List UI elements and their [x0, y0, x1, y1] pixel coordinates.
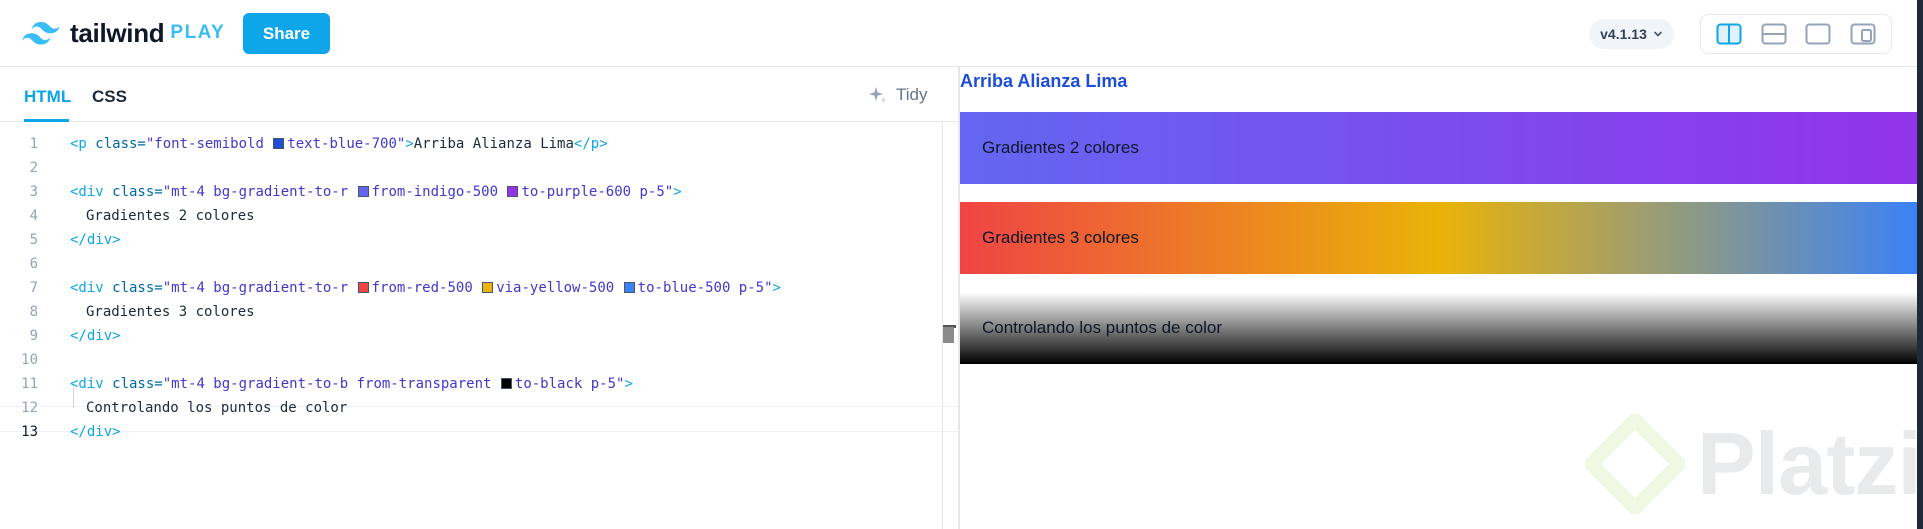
code-line[interactable]: 9 </div>	[0, 324, 958, 348]
responsive-icon	[1850, 23, 1876, 45]
split-vertical-icon	[1716, 23, 1742, 45]
code-line[interactable]: 5 </div>	[0, 228, 958, 252]
code-line[interactable]: 13 </div>	[0, 420, 958, 444]
line-number: 13	[21, 424, 38, 440]
color-swatch	[357, 186, 369, 197]
line-number: 6	[29, 256, 38, 272]
top-header: tailwind PLAY Share v4.1.13	[0, 0, 1923, 67]
scrollbar-thumb[interactable]	[943, 327, 954, 343]
code-text: Controlando los puntos de color	[86, 400, 348, 416]
line-number: 10	[21, 352, 38, 368]
tab-html[interactable]: HTML	[24, 87, 71, 107]
line-number: 12	[21, 400, 38, 416]
tailwind-logo-icon	[22, 21, 60, 45]
line-number: 11	[21, 376, 38, 392]
gradient-box-three-colors: Gradientes 3 colores	[960, 202, 1917, 274]
tailwind-play-logo[interactable]: tailwind PLAY	[22, 16, 225, 50]
tidy-button[interactable]: Tidy	[868, 85, 928, 105]
color-swatch	[357, 282, 369, 293]
layout-toggle-group	[1700, 14, 1892, 54]
layout-responsive-button[interactable]	[1846, 19, 1880, 49]
code-text: </div>	[70, 424, 121, 440]
color-swatch	[500, 378, 512, 389]
code-line[interactable]: 1 <p class="font-semibold text-blue-700"…	[0, 132, 958, 156]
layout-split-vertical-button[interactable]	[1712, 19, 1746, 49]
gradient-box-color-stops: Controlando los puntos de color	[960, 292, 1917, 364]
code-line[interactable]: 7 <div class="mt-4 bg-gradient-to-r from…	[0, 276, 958, 300]
color-swatch	[273, 138, 285, 149]
line-number: 1	[29, 136, 38, 152]
logo-wordmark: tailwind	[70, 17, 165, 48]
code-text: </div>	[70, 232, 121, 248]
platzi-watermark: Platzi	[1585, 413, 1922, 515]
code-line[interactable]: 10	[0, 348, 958, 372]
gradient-box-two-colors: Gradientes 2 colores	[960, 112, 1917, 184]
code-line[interactable]: 6	[0, 252, 958, 276]
code-line[interactable]: 12 Controlando los puntos de color	[0, 396, 958, 420]
code-editor[interactable]: 1 <p class="font-semibold text-blue-700"…	[0, 122, 958, 529]
share-button[interactable]: Share	[243, 13, 330, 54]
version-label: v4.1.13	[1600, 26, 1647, 42]
chevron-down-icon	[1654, 31, 1662, 37]
code-text: Gradientes 2 colores	[86, 208, 255, 224]
layout-split-horizontal-button[interactable]	[1757, 19, 1791, 49]
watermark-text: Platzi	[1697, 414, 1922, 513]
code-line[interactable]: 4 Gradientes 2 colores	[0, 204, 958, 228]
code-text: <p class="font-semibold text-blue-700">A…	[70, 136, 608, 152]
code-line[interactable]: 8 Gradientes 3 colores	[0, 300, 958, 324]
line-number: 4	[29, 208, 38, 224]
code-line[interactable]: 2	[0, 156, 958, 180]
code-line[interactable]: 3 <div class="mt-4 bg-gradient-to-r from…	[0, 180, 958, 204]
color-swatch	[623, 282, 635, 293]
code-line[interactable]: 11 <div class="mt-4 bg-gradient-to-b fro…	[0, 372, 958, 396]
layout-preview-only-button[interactable]	[1801, 19, 1835, 49]
code-text: <div class="mt-4 bg-gradient-to-r from-r…	[70, 280, 781, 296]
preview-only-icon	[1805, 23, 1831, 45]
preview-heading: Arriba Alianza Lima	[960, 71, 1128, 91]
logo-play-label: PLAY	[170, 22, 226, 43]
tab-css[interactable]: CSS	[92, 87, 127, 107]
split-horizontal-icon	[1761, 23, 1787, 45]
platzi-logo-icon	[1585, 414, 1685, 514]
editor-tab-bar: HTML CSS Tidy	[0, 67, 958, 122]
tidy-label: Tidy	[896, 85, 928, 104]
code-text: Gradientes 3 colores	[86, 304, 255, 320]
line-number: 5	[29, 232, 38, 248]
line-number: 2	[29, 160, 38, 176]
code-text: </div>	[70, 328, 121, 344]
line-number: 9	[29, 328, 38, 344]
line-number: 3	[29, 184, 38, 200]
version-select[interactable]: v4.1.13	[1589, 19, 1674, 49]
line-number: 7	[29, 280, 38, 296]
color-swatch	[507, 186, 519, 197]
code-text: <div class="mt-4 bg-gradient-to-r from-i…	[70, 184, 682, 200]
line-number: 8	[29, 304, 38, 320]
color-swatch	[482, 282, 494, 293]
sparkles-icon	[869, 87, 887, 103]
window-edge	[1917, 0, 1923, 529]
code-text: <div class="mt-4 bg-gradient-to-b from-t…	[70, 376, 633, 392]
